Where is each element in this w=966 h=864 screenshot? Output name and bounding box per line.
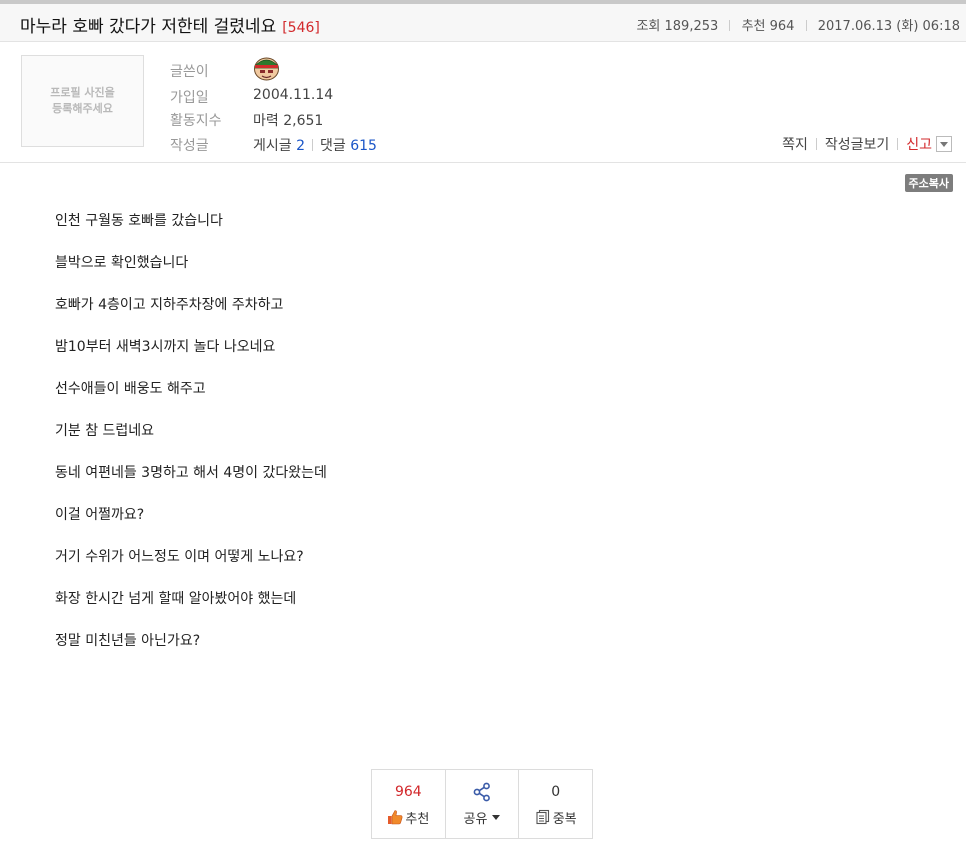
posts-label: 작성글 xyxy=(170,138,209,154)
views-count: 189,253 xyxy=(664,19,719,34)
document-icon xyxy=(536,809,549,825)
actions-divider xyxy=(815,138,817,150)
post-body: 인천 구월동 호빠를 갔습니다 블박으로 확인했습니다 호빠가 4층이고 지하주… xyxy=(55,211,327,673)
meta-divider xyxy=(805,20,807,31)
actions-divider xyxy=(897,138,899,150)
view-posts-link[interactable]: 작성글보기 xyxy=(825,134,889,154)
body-line: 화장 한시간 넘게 할때 알아봤어야 했는데 xyxy=(55,591,297,607)
comment-count[interactable]: [546] xyxy=(282,20,320,36)
recommend-total: 964 xyxy=(394,783,422,800)
body-line: 호빠가 4층이고 지하주차장에 주차하고 xyxy=(55,297,284,313)
author-actions: 쪽지 작성글보기 신고 xyxy=(782,134,952,154)
share-button[interactable]: 공유 xyxy=(446,770,520,838)
report-link[interactable]: 신고 xyxy=(906,134,932,154)
body-line: 블박으로 확인했습니다 xyxy=(55,255,189,271)
header-divider xyxy=(0,162,966,163)
posts-prefix[interactable]: 게시글 xyxy=(253,138,292,154)
recommend-button[interactable]: 964 추천 xyxy=(372,770,446,838)
report-dropdown-icon[interactable] xyxy=(936,136,952,152)
post-date: 2017.06.13 (화) 06:18 xyxy=(817,19,960,34)
stats-divider xyxy=(312,139,314,151)
meta-divider xyxy=(729,20,731,31)
author-label: 글쓴이 xyxy=(170,64,209,80)
recommend-button-label: 추천 xyxy=(405,811,430,827)
recommend-count: 964 xyxy=(769,19,795,34)
joined-date: 2004.11.14 xyxy=(253,87,334,103)
body-line: 동네 여편네들 3명하고 해서 4명이 갔다왔는데 xyxy=(55,465,327,481)
recommend-label: 추천 xyxy=(741,19,766,34)
body-line: 인천 구월동 호빠를 갔습니다 xyxy=(55,213,223,229)
share-label-row: 공유 xyxy=(464,808,501,827)
duplicate-button-label: 중복 xyxy=(552,811,577,827)
body-line: 기분 참 드럽네요 xyxy=(55,423,155,439)
share-button-label: 공유 xyxy=(463,811,488,827)
body-line: 선수애들이 배웅도 해주고 xyxy=(55,381,206,397)
body-line: 이걸 어쩔까요? xyxy=(55,507,145,523)
recommend-label-row: 추천 xyxy=(387,808,429,827)
post-header: 마누라 호빠 갔다가 저한테 걸렸네요 [546] 조회 189,253 추천 9… xyxy=(0,4,966,42)
duplicate-button[interactable]: 0 중복 xyxy=(519,770,592,838)
post-title-text: 마누라 호빠 갔다가 저한테 걸렸네요 xyxy=(20,17,277,37)
posts-count[interactable]: 2 xyxy=(296,138,305,154)
activity-label: 활동지수 xyxy=(170,113,222,129)
author-avatar-icon[interactable] xyxy=(253,56,280,81)
author-stats: 게시글 2 댓글 615 xyxy=(253,135,377,155)
chevron-down-icon xyxy=(492,814,501,820)
comments-count[interactable]: 615 xyxy=(350,138,377,154)
body-line: 거기 수위가 어느정도 이며 어떻게 노나요? xyxy=(55,549,304,565)
duplicate-label-row: 중복 xyxy=(535,808,577,827)
profile-photo-placeholder: 프로필 사진을 등록해주세요 xyxy=(21,55,144,147)
joined-label: 가입일 xyxy=(170,90,209,106)
copy-url-button[interactable]: 주소복사 xyxy=(904,174,953,192)
share-icon xyxy=(473,782,490,801)
post-title: 마누라 호빠 갔다가 저한테 걸렸네요 [546] xyxy=(20,12,320,37)
thumbs-up-icon xyxy=(388,810,403,825)
vote-panel: 964 추천 공유 0 중복 xyxy=(371,769,593,839)
activity-value: 마력 2,651 xyxy=(253,113,324,129)
body-line: 정말 미친년들 아닌가요? xyxy=(55,633,201,649)
body-line: 밤10부터 새벽3시까지 놀다 나오네요 xyxy=(55,339,276,355)
views-label: 조회 xyxy=(636,19,661,34)
duplicate-count: 0 xyxy=(551,783,561,800)
comments-prefix[interactable]: 댓글 xyxy=(320,138,346,154)
post-meta: 조회 189,253 추천 964 2017.06.13 (화) 06:18 xyxy=(636,15,960,34)
profile-placeholder-text: 프로필 사진을 등록해주세요 xyxy=(50,86,115,115)
message-link[interactable]: 쪽지 xyxy=(782,134,808,154)
